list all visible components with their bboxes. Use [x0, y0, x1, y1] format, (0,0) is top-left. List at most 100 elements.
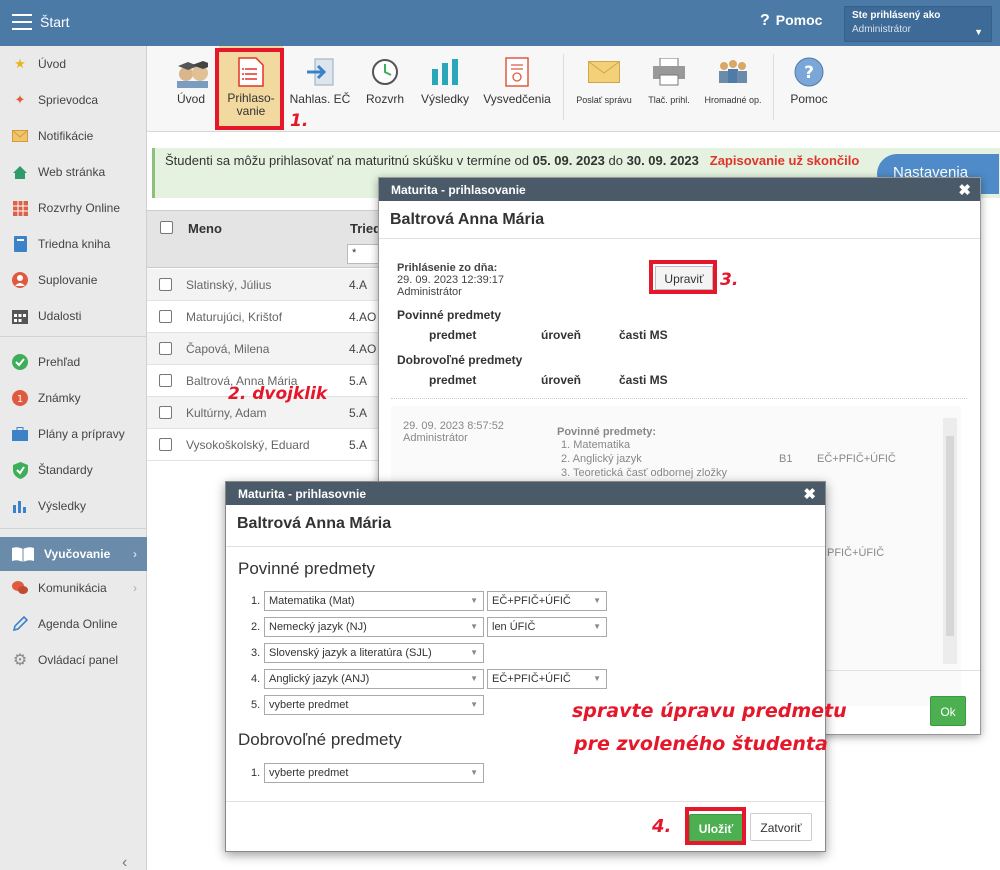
wand-icon: ✦ [14, 92, 26, 107]
subject-select[interactable]: Anglický jazyk (ANJ) ▼ [264, 669, 484, 689]
page-title[interactable]: Štart [40, 14, 70, 30]
banner-text: do [604, 153, 627, 168]
hamburger-menu-icon[interactable] [12, 14, 32, 30]
sidebar-item-label: Triedna kniha [38, 237, 111, 251]
annotation-step-4: 4. [652, 816, 672, 837]
sidebar-item-notifikacie[interactable]: Notifikácie [0, 121, 147, 151]
subject-select-value: vyberte predmet [269, 767, 349, 779]
chat-icon [11, 579, 29, 597]
sidebar-item-plany-a-pripravy[interactable]: Plány a prípravy [0, 419, 147, 449]
toolbar-vysvedcenia-button[interactable]: Vysvedčenia [480, 46, 554, 130]
close-icon[interactable]: ✖ [958, 181, 971, 199]
sidebar-item-znamky[interactable]: 1 Známky [0, 383, 147, 413]
sidebar-item-udalosti[interactable]: Udalosti [0, 301, 147, 331]
toolbar-tlac-prihl-button[interactable]: Tlač. prihl. [643, 46, 695, 130]
row-checkbox[interactable] [159, 406, 172, 419]
mandatory-subjects-title: Povinné predmety [397, 308, 502, 322]
highlight-box-prihlasovanie [215, 48, 284, 130]
sidebar-divider [0, 528, 147, 529]
sidebar-item-agenda-online[interactable]: Agenda Online [0, 609, 147, 639]
table-row[interactable]: Čapová, Milena 4.AO [147, 333, 387, 365]
sidebar-item-komunikacia[interactable]: Komunikácia › [0, 573, 147, 603]
sidebar-item-prehlad[interactable]: Prehľad [0, 347, 147, 377]
toolbar-poslat-spravu-button[interactable]: Poslať správu [574, 46, 634, 130]
dialog-student-name: Baltrová Anna Mária [226, 505, 825, 547]
book-icon [11, 235, 29, 253]
sidebar-item-ovladaci-panel[interactable]: ⚙ Ovládací panel [0, 645, 147, 675]
toolbar-label: Výsledky [420, 92, 470, 106]
clock-icon [368, 56, 402, 88]
subject-select[interactable]: Nemecký jazyk (NJ) ▼ [264, 617, 484, 637]
sidebar: ★ Úvod ✦ Sprievodca Notifikácie Web stránk… [0, 46, 147, 870]
row-checkbox[interactable] [159, 310, 172, 323]
chevron-down-icon: ▼ [470, 622, 478, 631]
subject-select[interactable]: vyberte predmet ▼ [264, 695, 484, 715]
toolbar-pomoc-button[interactable]: ? Pomoc [785, 46, 833, 130]
collapse-sidebar-chevron-icon[interactable]: ‹ [122, 854, 127, 870]
sidebar-item-vysledky[interactable]: Výsledky [0, 491, 147, 521]
toolbar-rozvrh-button[interactable]: Rozvrh [362, 46, 408, 130]
exam-parts-select[interactable]: len ÚFIČ ▼ [487, 617, 607, 637]
subject-select[interactable]: Slovenský jazyk a literatúra (SJL) ▼ [264, 643, 484, 663]
row-checkbox[interactable] [159, 438, 172, 451]
sidebar-item-triedna-kniha[interactable]: Triedna kniha [0, 229, 147, 259]
user-name: Administrátor [852, 24, 911, 35]
row-number: 4. [251, 673, 261, 685]
row-checkbox[interactable] [159, 342, 172, 355]
row-number: 5. [251, 699, 261, 711]
history-scrollbar[interactable] [943, 418, 957, 664]
sidebar-divider [0, 336, 147, 337]
sidebar-item-label: Štandardy [38, 463, 93, 477]
sidebar-item-sprievodca[interactable]: ✦ Sprievodca [0, 85, 147, 115]
row-class: 4.AO [349, 310, 377, 324]
sidebar-item-standardy[interactable]: Štandardy [0, 455, 147, 485]
grid-icon [11, 199, 29, 217]
question-icon: ? [760, 12, 770, 29]
toolbar-uvod-button[interactable]: Úvod [167, 46, 215, 130]
sidebar-item-label: Vyučovanie [44, 547, 111, 561]
row-checkbox[interactable] [159, 374, 172, 387]
table-row[interactable]: Slatinský, Július 4.A [147, 269, 387, 301]
sidebar-item-rozvrhy-online[interactable]: Rozvrhy Online [0, 193, 147, 223]
sidebar-item-vyucovanie[interactable]: Vyučovanie › [0, 537, 147, 571]
sidebar-item-label: Známky [38, 391, 81, 405]
help-link[interactable]: ? Pomoc [760, 12, 822, 30]
chevron-down-icon: ▼ [470, 700, 478, 709]
select-all-checkbox[interactable] [160, 221, 173, 234]
sidebar-item-label: Plány a prípravy [38, 427, 125, 441]
history-user: Administrátor [403, 432, 468, 444]
pen-icon [11, 615, 29, 633]
history-item: 1. Matematika [561, 439, 631, 451]
toolbar-hromadne-op-button[interactable]: Hromadné op. [701, 46, 765, 130]
highlight-box-edit [649, 260, 717, 294]
sidebar-item-uvod[interactable]: ★ Úvod [0, 49, 147, 79]
dialog-header-title: Maturita - prihlasovnie [238, 487, 367, 501]
scrollbar-thumb[interactable] [946, 436, 954, 636]
toolbar-vysledky-button[interactable]: Výsledky [418, 46, 472, 130]
row-number: 3. [251, 647, 261, 659]
banner-text: Študenti sa môžu prihlasovať na maturitn… [165, 153, 533, 168]
chevron-down-icon: ▼ [593, 674, 601, 683]
optional-subject-select[interactable]: vyberte predmet ▼ [264, 763, 484, 783]
toolbar-label: Vysvedčenia [483, 92, 551, 106]
optional-subjects-title: Dobrovoľné predmety [397, 353, 523, 367]
exam-parts-select[interactable]: EČ+PFIČ+ÚFIČ ▼ [487, 591, 607, 611]
user-dropdown[interactable]: Ste prihlásený ako Administrátor ▼ [844, 6, 992, 42]
subject-select[interactable]: Matematika (Mat) ▼ [264, 591, 484, 611]
sidebar-item-web-stranka[interactable]: Web stránka [0, 157, 147, 187]
table-row[interactable]: Maturujúci, Krištof 4.AO [147, 301, 387, 333]
row-checkbox[interactable] [159, 278, 172, 291]
close-icon[interactable]: ✖ [803, 485, 816, 503]
exam-parts-select[interactable]: EČ+PFIČ+ÚFIČ ▼ [487, 669, 607, 689]
toolbar-label: Nahlas. EČ [289, 92, 351, 106]
close-button[interactable]: Zatvoriť [750, 813, 812, 841]
column-parts: časti MS [619, 328, 668, 342]
chevron-down-icon: ▼ [470, 648, 478, 657]
column-header-name[interactable]: Meno [188, 221, 222, 236]
table-row[interactable]: Vysokoškolský, Eduard 5.A [147, 429, 387, 461]
envelope-icon [11, 127, 29, 145]
exam-parts-select-value: EČ+PFIČ+ÚFIČ [492, 595, 571, 607]
column-subject: predmet [429, 373, 477, 387]
ok-button[interactable]: Ok [930, 696, 966, 726]
sidebar-item-suplovanie[interactable]: Suplovanie [0, 265, 147, 295]
